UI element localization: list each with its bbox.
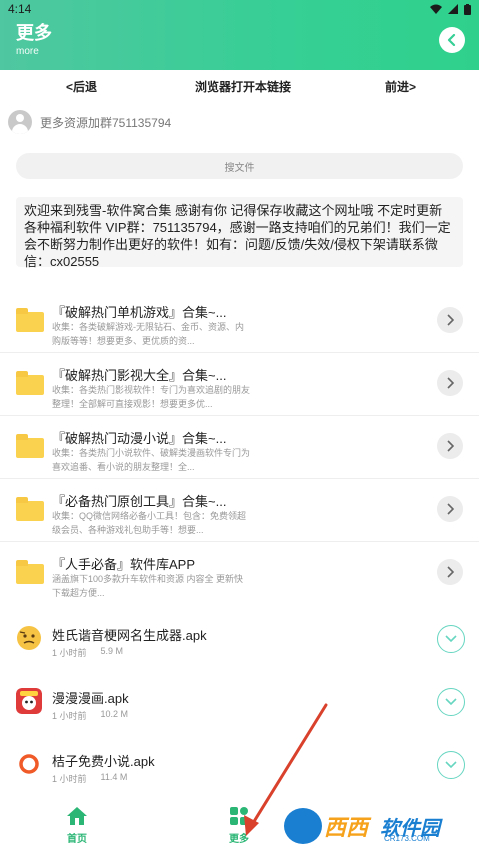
watermark-logo-icon bbox=[284, 808, 322, 844]
file-list: 『破解热门单机游戏』合集~... 收集：各类破解游戏-无限钻石、金币、资源、内购… bbox=[0, 290, 479, 794]
folder-icon bbox=[16, 434, 44, 458]
battery-icon bbox=[464, 3, 471, 15]
open-folder-button[interactable] bbox=[437, 370, 463, 396]
browser-nav-row: <后退 浏览器打开本链接 前进> bbox=[0, 70, 479, 100]
app-file-time: 1 小时前 bbox=[52, 774, 87, 784]
app-file-size: 11.4 M bbox=[100, 772, 128, 782]
chevron-left-icon bbox=[447, 34, 456, 46]
open-in-browser-link[interactable]: 浏览器打开本链接 bbox=[195, 78, 291, 95]
chevron-right-icon bbox=[447, 377, 454, 389]
group-info-row: 更多资源加群751135794 bbox=[8, 110, 171, 134]
chevron-right-icon bbox=[447, 566, 454, 578]
download-button[interactable] bbox=[437, 751, 465, 779]
chevron-right-icon bbox=[447, 503, 454, 515]
open-folder-button[interactable] bbox=[437, 559, 463, 585]
tab-home-label: 首页 bbox=[67, 834, 87, 845]
folder-desc: 收集：QQ微信网络必备小工具！包含：免费领超级会员、各种游戏礼包助手等！想要..… bbox=[52, 511, 247, 535]
folder-desc: 收集：各类热门影视软件！专门为喜欢追剧的朋友整理！全部解可直接观影！想要更多优.… bbox=[52, 385, 251, 409]
app-file-time: 1 小时前 bbox=[52, 648, 87, 658]
download-button[interactable] bbox=[437, 625, 465, 653]
watermark-brand: 西西 bbox=[324, 815, 369, 840]
app-file-name: 姓氏谐音梗网名生成器.apk bbox=[52, 628, 207, 643]
site-watermark: 西西 软件园 CR173.COM bbox=[284, 804, 474, 846]
folder-row[interactable]: 『破解热门影视大全』合集~... 收集：各类热门影视软件！专门为喜欢追剧的朋友整… bbox=[0, 353, 479, 416]
header-title-group: 更多 more bbox=[16, 22, 52, 57]
search-placeholder: 搜文件 bbox=[224, 162, 255, 174]
folder-row[interactable]: 『人手必备』软件库APP 涵盖旗下100多款升车软件和资源 内容全 更新快 下载… bbox=[0, 542, 479, 605]
folder-title: 『必备热门原创工具』合集~... bbox=[52, 494, 227, 509]
app-file-time: 1 小时前 bbox=[52, 711, 87, 721]
app-file-size: 10.2 M bbox=[100, 709, 129, 719]
tab-more[interactable]: 更多 bbox=[228, 806, 250, 845]
tab-more-label: 更多 bbox=[229, 834, 249, 845]
notice-box: 欢迎来到残雪-软件窝合集 感谢有你 记得保存收藏这个网址哦 不定时更新各种福利软… bbox=[16, 197, 463, 269]
chevron-down-icon bbox=[445, 761, 457, 769]
app-file-name: 桔子免费小说.apk bbox=[52, 754, 155, 769]
chevron-right-icon bbox=[447, 314, 454, 326]
group-info-text: 更多资源加群751135794 bbox=[40, 115, 172, 130]
notice-text: 欢迎来到残雪-软件窝合集 感谢有你 记得保存收藏这个网址哦 不定时更新各种福利软… bbox=[24, 203, 451, 269]
folder-row[interactable]: 『必备热门原创工具』合集~... 收集：QQ微信网络必备小工具！包含：免费领超级… bbox=[0, 479, 479, 542]
open-folder-button[interactable] bbox=[437, 496, 463, 522]
avatar bbox=[8, 110, 32, 134]
nav-forward-link[interactable]: 前进> bbox=[385, 78, 416, 95]
back-button[interactable] bbox=[439, 27, 465, 53]
app-file-meta: 1 小时前 10.2 M bbox=[52, 709, 128, 722]
folder-title: 『破解热门影视大全』合集~... bbox=[52, 368, 227, 383]
signal-icon bbox=[448, 4, 458, 14]
wifi-icon bbox=[430, 4, 442, 14]
status-icons bbox=[430, 3, 471, 15]
folder-title: 『人手必备』软件库APP bbox=[52, 557, 196, 572]
app-file-name: 漫漫漫画.apk bbox=[52, 691, 129, 706]
page-subtitle: more bbox=[16, 46, 39, 57]
folder-row[interactable]: 『破解热门单机游戏』合集~... 收集：各类破解游戏-无限钻石、金币、资源、内购… bbox=[0, 290, 479, 353]
app-file-meta: 1 小时前 5.9 M bbox=[52, 646, 123, 659]
nav-back-link[interactable]: <后退 bbox=[66, 78, 97, 95]
manga-app-icon bbox=[16, 688, 42, 714]
app-file-row[interactable]: 漫漫漫画.apk 1 小时前 10.2 M bbox=[0, 668, 479, 731]
folder-icon bbox=[16, 497, 44, 521]
open-folder-button[interactable] bbox=[437, 307, 463, 333]
search-input[interactable]: 搜文件 bbox=[16, 153, 463, 179]
app-file-row[interactable]: 姓氏谐音梗网名生成器.apk 1 小时前 5.9 M bbox=[0, 605, 479, 668]
emoji-face-icon bbox=[17, 626, 41, 650]
download-button[interactable] bbox=[437, 688, 465, 716]
status-time: 4:14 bbox=[8, 2, 32, 16]
home-icon bbox=[67, 807, 87, 825]
folder-desc: 收集：各类热门小说软件、破解类漫画软件专门为喜欢追番、看小说的朋友整理！全... bbox=[52, 448, 251, 472]
status-bar: 4:14 bbox=[0, 0, 479, 18]
folder-title: 『破解热门动漫小说』合集~... bbox=[52, 431, 227, 446]
chevron-down-icon bbox=[445, 635, 457, 643]
tab-home[interactable]: 首页 bbox=[66, 806, 88, 845]
more-icon bbox=[230, 807, 248, 825]
orange-ring-icon bbox=[16, 751, 42, 777]
folder-title: 『破解热门单机游戏』合集~... bbox=[52, 305, 227, 320]
chevron-down-icon bbox=[445, 698, 457, 706]
watermark-domain: CR173.COM bbox=[384, 834, 430, 843]
folder-desc: 收集：各类破解游戏-无限钻石、金币、资源、内购版等等！想要更多、更优质的资... bbox=[52, 322, 244, 346]
app-file-meta: 1 小时前 11.4 M bbox=[52, 772, 127, 785]
folder-desc: 涵盖旗下100多款升车软件和资源 内容全 更新快 下载超方便... bbox=[52, 574, 244, 598]
open-folder-button[interactable] bbox=[437, 433, 463, 459]
folder-row[interactable]: 『破解热门动漫小说』合集~... 收集：各类热门小说软件、破解类漫画软件专门为喜… bbox=[0, 416, 479, 479]
chevron-right-icon bbox=[447, 440, 454, 452]
folder-icon bbox=[16, 560, 44, 584]
app-header: 4:14 更多 more bbox=[0, 0, 479, 70]
page-title: 更多 bbox=[16, 23, 52, 43]
folder-icon bbox=[16, 371, 44, 395]
folder-icon bbox=[16, 308, 44, 332]
app-file-row[interactable]: 桔子免费小说.apk 1 小时前 11.4 M bbox=[0, 731, 479, 794]
app-file-size: 5.9 M bbox=[100, 646, 124, 656]
